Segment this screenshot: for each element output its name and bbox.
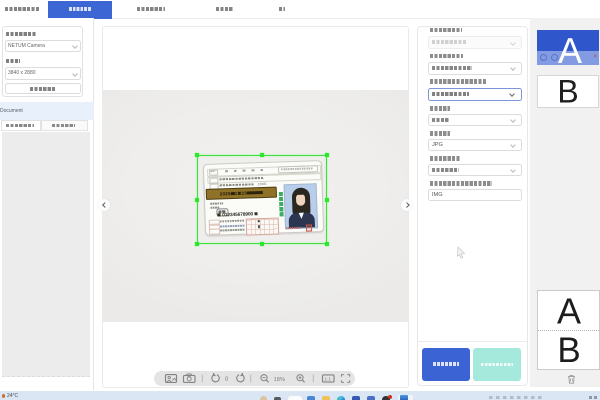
svg-text:B: B (557, 75, 578, 108)
svg-text:0: 0 (225, 377, 229, 383)
svg-text:B: B (557, 331, 580, 369)
svg-text:18%: 18% (274, 377, 286, 383)
svg-text:1:1: 1:1 (324, 377, 331, 383)
svg-text:A: A (557, 291, 581, 332)
